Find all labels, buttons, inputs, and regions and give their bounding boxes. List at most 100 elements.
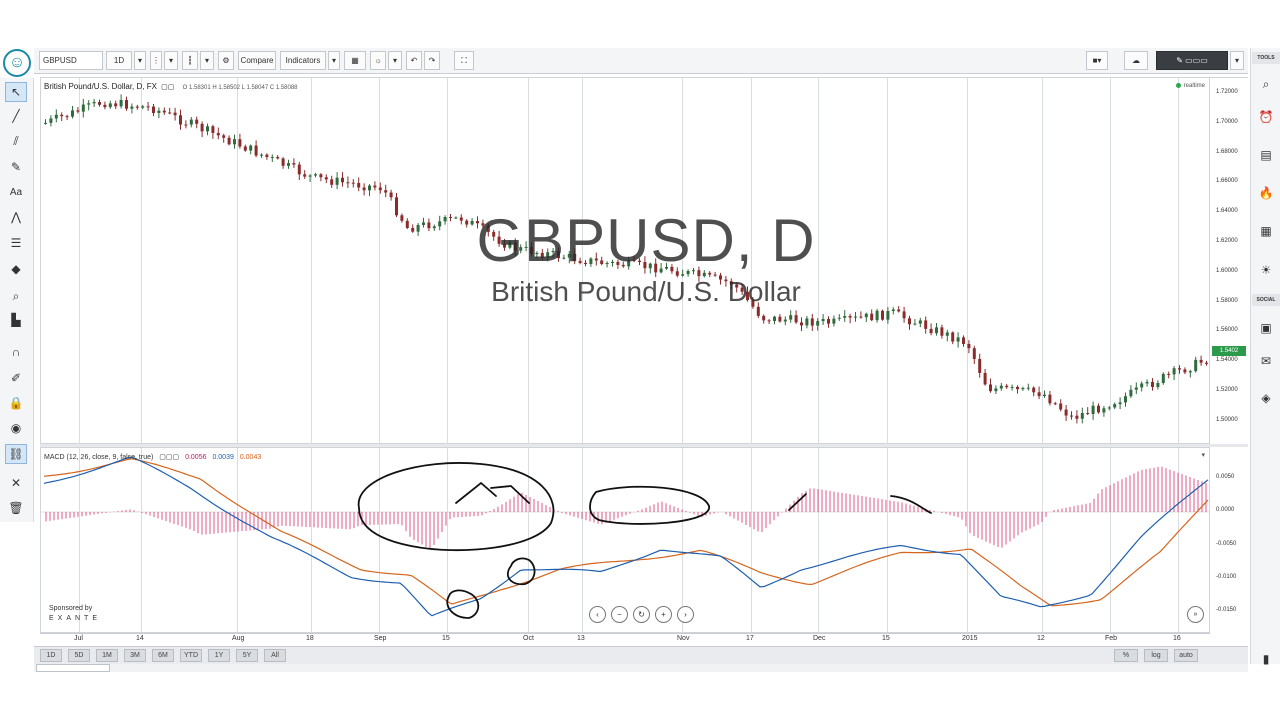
candle-body: [1188, 371, 1192, 373]
range-button[interactable]: 5Y: [236, 649, 258, 662]
range-button[interactable]: All: [264, 649, 286, 662]
candle-body: [114, 103, 118, 107]
streams-icon[interactable]: ◈: [1254, 388, 1278, 408]
compare-button[interactable]: Compare: [238, 51, 276, 70]
hide-drawings-eye-icon[interactable]: ◉: [5, 418, 27, 438]
lock-icon[interactable]: 🔒: [5, 393, 27, 413]
candle-body: [276, 156, 280, 159]
tradingview-logo-icon[interactable]: ☺: [3, 49, 31, 77]
realtime-status: realtime: [1176, 83, 1205, 89]
scroll-right-icon[interactable]: ›: [677, 606, 694, 623]
trash-icon[interactable]: 🗑: [5, 498, 27, 518]
templates-icon[interactable]: ▦: [344, 51, 366, 70]
indicators-button[interactable]: Indicators: [280, 51, 326, 70]
candle-body: [152, 106, 155, 113]
macd-legend-icons[interactable]: ▢▢▢: [159, 454, 179, 461]
range-button[interactable]: 1Y: [208, 649, 230, 662]
range-button[interactable]: 5D: [68, 649, 90, 662]
undo-icon[interactable]: ↶: [406, 51, 422, 70]
hotlist-fire-icon[interactable]: 🔥: [1254, 183, 1278, 203]
legend-settings-icons[interactable]: ▢▢: [161, 84, 174, 91]
candles-style-icon[interactable]: ┇: [182, 51, 198, 70]
candle-body: [162, 110, 166, 113]
publish-dropdown-icon[interactable]: ▾: [1230, 51, 1244, 70]
fullscreen-icon[interactable]: ⛶: [454, 51, 474, 70]
symbol-input[interactable]: GBPUSD: [39, 51, 103, 70]
more-intervals-icon[interactable]: ⋮: [150, 51, 162, 70]
price-scale[interactable]: 1.72000 1.70000 1.68000 1.66000 1.64000 1.620…: [1210, 77, 1248, 444]
watchlist-icon[interactable]: ⌕: [1254, 74, 1278, 94]
publish-idea-button[interactable]: ✎ ▭▭▭: [1156, 51, 1228, 70]
range-button[interactable]: 3M: [124, 649, 146, 662]
candle-body: [324, 177, 328, 180]
indicators-dropdown-icon[interactable]: ▾: [328, 51, 340, 70]
chat-icon[interactable]: ▣: [1254, 318, 1278, 338]
magnet-icon[interactable]: ∩: [5, 342, 27, 362]
candle-body: [1048, 394, 1052, 404]
chart-style-dropdown-icon[interactable]: ▾: [200, 51, 214, 70]
scroll-left-icon[interactable]: ‹: [589, 606, 606, 623]
data-window-icon[interactable]: ▤: [1254, 145, 1278, 165]
remove-drawings-icon[interactable]: ✕: [5, 473, 27, 493]
redo-icon[interactable]: ↷: [424, 51, 440, 70]
alert-bulb-icon[interactable]: ☼: [370, 51, 386, 70]
range-button[interactable]: 1M: [96, 649, 118, 662]
alert-dropdown-icon[interactable]: ▾: [388, 51, 402, 70]
time-axis[interactable]: Jul 14 Aug 18 Sep 15 Oct 13 Nov 17 Dec 15 2015 12 Feb 1…: [40, 633, 1210, 646]
scale-mode-button[interactable]: %: [1114, 649, 1138, 662]
cloud-save-icon[interactable]: ☁: [1124, 51, 1148, 70]
messages-icon[interactable]: ✉: [1254, 351, 1278, 371]
candle-body: [1016, 386, 1019, 390]
cursor-icon[interactable]: ↖: [5, 82, 27, 102]
horizontal-scrollbar[interactable]: [36, 664, 110, 672]
range-button[interactable]: YTD: [180, 649, 202, 662]
settings-gear-icon[interactable]: ⚙: [218, 51, 234, 70]
interval-dropdown-icon[interactable]: ▾: [134, 51, 146, 70]
pitchfork-icon[interactable]: ⫽: [5, 131, 27, 151]
arrow-marker-icon[interactable]: ◆: [5, 259, 27, 279]
fib-retracement-icon[interactable]: ☰: [5, 233, 27, 253]
range-button[interactable]: 6M: [152, 649, 174, 662]
candle-body: [216, 132, 220, 136]
scroll-to-realtime-icon[interactable]: »: [1187, 606, 1204, 623]
zoom-in-icon[interactable]: +: [655, 606, 672, 623]
candle-body: [449, 217, 452, 219]
alerts-clock-icon[interactable]: ⏰: [1254, 107, 1278, 127]
zoom-out-icon[interactable]: −: [611, 606, 628, 623]
notifications-icon[interactable]: ▮: [1254, 649, 1278, 669]
collapse-pane-icon[interactable]: ▾: [1201, 451, 1205, 459]
trend-line-icon[interactable]: ╱: [5, 106, 27, 126]
time-axis-label: 16: [1173, 635, 1181, 642]
candle-body: [92, 101, 96, 104]
macd-legend[interactable]: MACD (12, 26, close, 9, false, true) ▢▢▢…: [44, 453, 261, 461]
macd-pane[interactable]: MACD (12, 26, close, 9, false, true) ▢▢▢…: [40, 447, 1210, 633]
zoom-icon[interactable]: ⌕: [5, 286, 27, 306]
scale-mode-button[interactable]: auto: [1174, 649, 1198, 662]
interval-select[interactable]: 1D: [106, 51, 132, 70]
candle-body: [735, 284, 739, 288]
pattern-icon[interactable]: ⋀: [5, 207, 27, 227]
sponsor-block[interactable]: Sponsored by EXANTE: [49, 604, 101, 624]
range-button[interactable]: 1D: [40, 649, 62, 662]
text-tool-icon[interactable]: Aa: [5, 182, 27, 202]
stay-in-drawing-icon[interactable]: ✐: [5, 368, 27, 388]
measure-icon[interactable]: ▙: [5, 310, 27, 330]
layout-select-icon[interactable]: ■▾: [1086, 51, 1108, 70]
macd-scale[interactable]: 0.0050 0.0000 -0.0050 -0.0100 -0.0150: [1210, 447, 1248, 633]
candle-body: [918, 320, 922, 324]
main-series-legend[interactable]: British Pound/U.S. Dollar, D, FX ▢▢ O 1.…: [44, 82, 298, 91]
macd-tick: 0.0000: [1216, 507, 1235, 513]
scale-mode-button[interactable]: log: [1144, 649, 1168, 662]
interval-menu-chevron-icon[interactable]: ▾: [164, 51, 178, 70]
chart-navigation: ‹ − ↻ + ›: [589, 606, 694, 623]
ideas-bulb-icon[interactable]: ☀: [1254, 260, 1278, 280]
calendar-icon[interactable]: ▦: [1254, 221, 1278, 241]
reset-chart-icon[interactable]: ↻: [633, 606, 650, 623]
brush-icon[interactable]: ✎: [5, 157, 27, 177]
candle-body: [627, 260, 631, 267]
candlestick-chart: [44, 78, 1208, 443]
macd-line: [43, 456, 1209, 617]
sync-drawings-icon[interactable]: ⛓: [5, 444, 27, 464]
price-pane[interactable]: GBPUSD, D British Pound/U.S. Dollar Brit…: [40, 77, 1210, 444]
candle-body: [503, 243, 506, 248]
